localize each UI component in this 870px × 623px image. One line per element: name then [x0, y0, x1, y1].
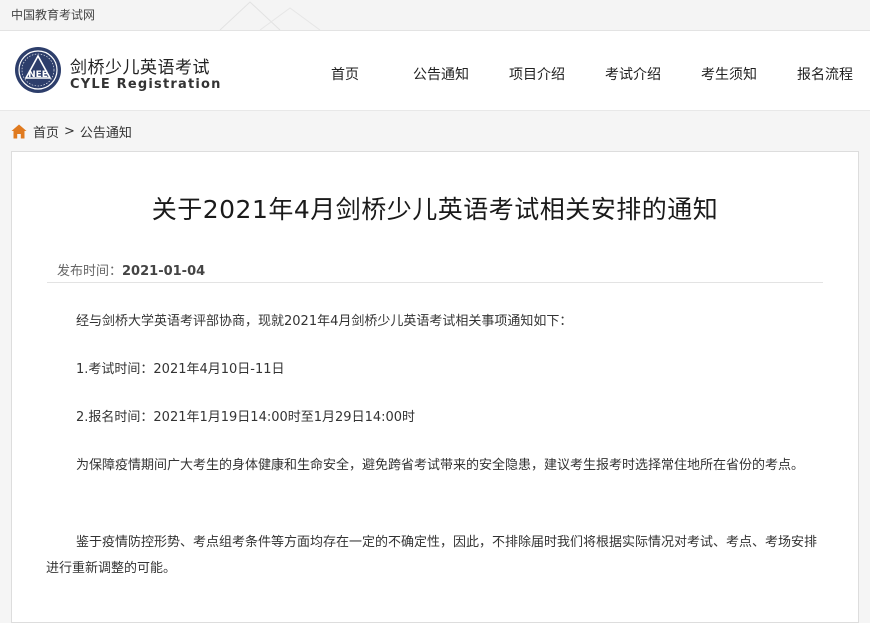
nav-project-intro[interactable]: 项目介绍 [509, 64, 565, 84]
breadcrumb-home[interactable]: 首页 [33, 122, 59, 141]
site-header: NEE 剑桥少儿英语考试 CYLE Registration 首页 公告通知 项… [0, 31, 870, 111]
background-decoration [219, 1, 321, 30]
brand-name: 剑桥少儿英语考试 [70, 58, 210, 78]
home-icon [11, 124, 27, 138]
article-paragraph: 2.报名时间：2021年1月19日14:00时至1月29日14:00时 [76, 410, 416, 425]
breadcrumb-current[interactable]: 公告通知 [80, 122, 132, 141]
article-title: 关于2021年4月剑桥少儿英语考试相关安排的通知 [151, 195, 719, 224]
nav-registration-process[interactable]: 报名流程 [797, 64, 853, 84]
article-paragraph: 1.考试时间：2021年4月10日-11日 [76, 362, 285, 377]
top-bar: 中国教育考试网 [0, 0, 870, 31]
publish-label: 发布时间： [57, 264, 123, 279]
breadcrumb-separator: > [64, 123, 75, 139]
logo-icon[interactable]: NEE [14, 46, 62, 94]
brand-subtitle: CYLE Registration [70, 77, 222, 92]
divider [47, 282, 823, 283]
site-link[interactable]: 中国教育考试网 [11, 6, 95, 23]
article-paragraph: 鉴于疫情防控形势、考点组考条件等方面均存在一定的不确定性，因此，不排除届时我们将… [46, 535, 818, 576]
publish-info: 发布时间：2021-01-04 [57, 260, 205, 279]
nav-home[interactable]: 首页 [331, 64, 359, 84]
nav-exam-intro[interactable]: 考试介绍 [605, 64, 661, 84]
logo-text: NEE [28, 70, 48, 80]
article-paragraph: 为保障疫情期间广大考生的身体健康和生命安全，避免跨省考试带来的安全隐患，建议考生… [76, 458, 805, 473]
article-panel: 关于2021年4月剑桥少儿英语考试相关安排的通知 发布时间：2021-01-04… [11, 151, 859, 623]
breadcrumb: 首页 > 公告通知 [11, 121, 132, 141]
article-paragraph: 经与剑桥大学英语考评部协商，现就2021年4月剑桥少儿英语考试相关事项通知如下： [76, 314, 573, 329]
publish-date: 2021-01-04 [122, 264, 206, 279]
nav-candidate-notice[interactable]: 考生须知 [701, 64, 757, 84]
nav-announcements[interactable]: 公告通知 [413, 64, 469, 84]
